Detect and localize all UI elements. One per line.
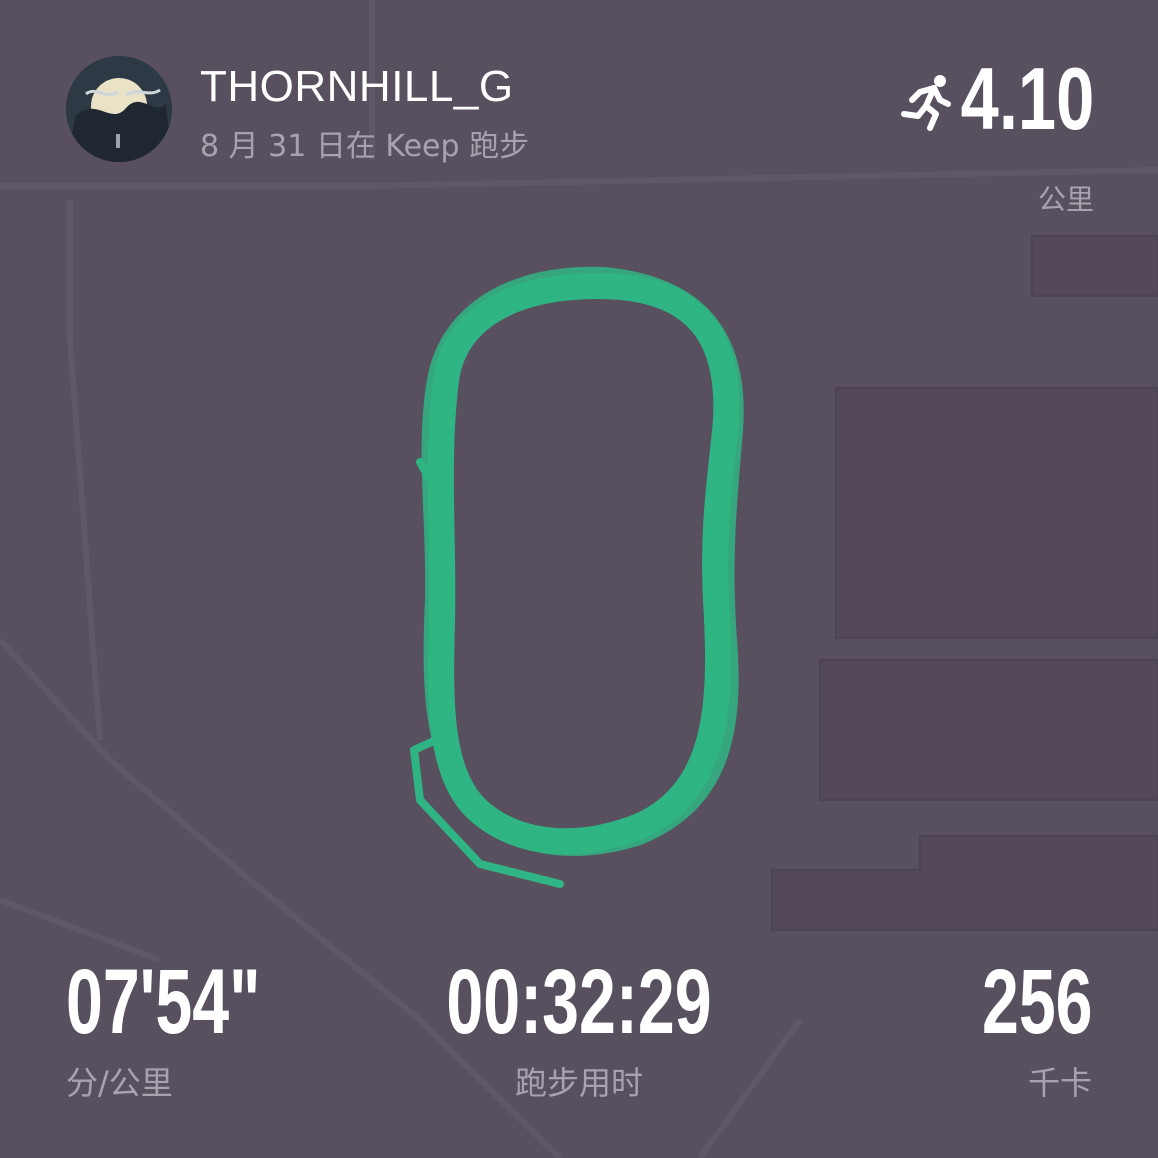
pace-label: 分/公里 [66, 1064, 173, 1102]
activity-date-line: 8 月 31 日在 Keep 跑步 [200, 129, 530, 164]
duration-label: 跑步用时 [514, 1064, 644, 1102]
calories-label: 千卡 [1027, 1064, 1092, 1102]
running-person-icon [901, 75, 951, 131]
avatar-image [66, 56, 172, 162]
route-track [410, 266, 744, 888]
pace-value: 07'54" [66, 951, 261, 1053]
distance-value: 4.10 [960, 49, 1094, 148]
duration-value: 00:32:29 [446, 951, 712, 1053]
avatar[interactable] [66, 56, 172, 162]
calories-value: 256 [981, 951, 1092, 1053]
username[interactable]: THORNHILL_G [200, 62, 514, 112]
distance-unit: 公里 [1037, 183, 1094, 216]
map-blocks [771, 235, 1158, 931]
